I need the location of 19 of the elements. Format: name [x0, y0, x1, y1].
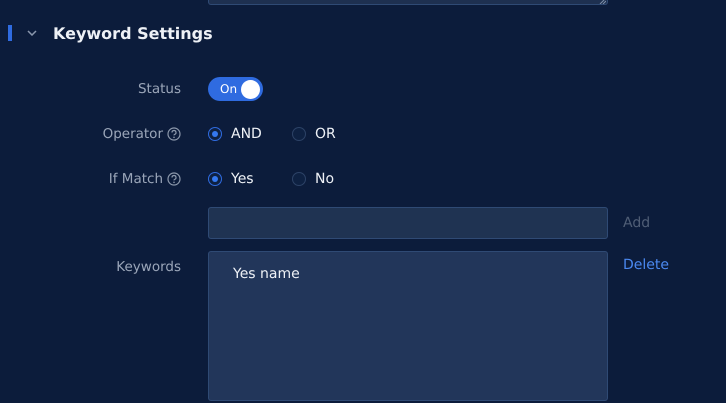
radio-option[interactable]: OR [292, 126, 376, 142]
field-label: If Match [108, 171, 163, 187]
help-icon[interactable] [167, 172, 181, 186]
radio-option[interactable]: AND [208, 126, 292, 142]
delete-link[interactable]: Delete [623, 257, 669, 273]
field-label: Status [138, 81, 181, 97]
status-toggle[interactable]: On [208, 77, 263, 101]
field-label: Keywords [116, 259, 181, 275]
radio-option[interactable]: No [292, 171, 376, 187]
keyword-list[interactable]: Yes name [208, 251, 608, 401]
resize-grip-icon [598, 0, 606, 4]
field-label: Operator [102, 126, 163, 142]
radio-option[interactable]: Yes [208, 171, 292, 187]
help-icon[interactable] [167, 127, 181, 141]
section-title: Keyword Settings [53, 24, 213, 42]
keyword-item[interactable]: Yes name [233, 266, 300, 282]
chevron-icon[interactable] [27, 30, 37, 36]
section-marker [8, 25, 12, 41]
keyword-input[interactable] [208, 207, 608, 239]
